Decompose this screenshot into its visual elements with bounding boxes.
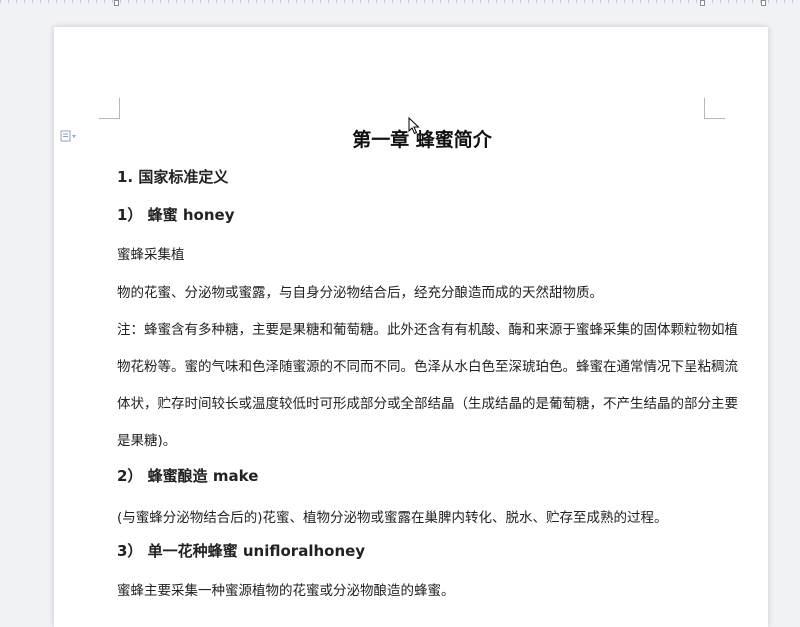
paragraph-icon[interactable] bbox=[60, 130, 78, 142]
subsection-heading-make: 2） 蜂蜜酿造 make bbox=[117, 467, 259, 485]
subsection-heading-unifloral: 3） 单一花种蜂蜜 unifloralhoney bbox=[117, 542, 366, 560]
subsection-heading-honey: 1） 蜂蜜 honey bbox=[117, 206, 235, 224]
paragraph-text: 蜜蜂采集植 bbox=[117, 247, 185, 263]
document-body[interactable]: 第一章 蜂蜜简介 1. 国家标准定义 1） 蜂蜜 honey 蜜蜂采集植 物的花… bbox=[117, 123, 738, 599]
note-text-line: 注：蜂蜜含有多种糖，主要是果糖和葡萄糖。此外还含有有机酸、酶和来源于蜜蜂采集的固… bbox=[117, 322, 738, 338]
margin-corner-top-right bbox=[704, 98, 725, 119]
right-margin-marker[interactable] bbox=[761, 0, 766, 6]
paragraph-text: (与蜜蜂分泌物结合后的)花蜜、植物分泌物或蜜露在巢脾内转化、脱水、贮存至成熟的过… bbox=[117, 510, 668, 526]
paragraph-text: 蜜蜂主要采集一种蜜源植物的花蜜或分泌物酿造的蜂蜜。 bbox=[117, 583, 455, 599]
document-page[interactable]: 第一章 蜂蜜简介 1. 国家标准定义 1） 蜂蜜 honey 蜜蜂采集植 物的花… bbox=[54, 27, 768, 627]
note-text-line: 物花粉等。蜜的气味和色泽随蜜源的不同而不同。色泽从水白色至深琥珀色。蜂蜜在通常情… bbox=[117, 359, 738, 375]
section-heading: 1. 国家标准定义 bbox=[117, 168, 229, 186]
note-text-line: 是果糖)。 bbox=[117, 433, 177, 449]
chapter-title: 第一章 蜂蜜简介 bbox=[352, 129, 492, 151]
note-text-line: 体状，贮存时间较长或温度较低时可形成部分或全部结晶（生成结晶的是葡萄糖，不产生结… bbox=[117, 396, 738, 412]
left-indent-marker[interactable] bbox=[114, 0, 119, 6]
horizontal-ruler[interactable] bbox=[0, 0, 800, 10]
margin-corner-top-left bbox=[99, 98, 120, 119]
paragraph-text: 物的花蜜、分泌物或蜜露，与自身分泌物结合后，经充分酿造而成的天然甜物质。 bbox=[117, 285, 603, 301]
right-indent-marker[interactable] bbox=[700, 0, 705, 6]
